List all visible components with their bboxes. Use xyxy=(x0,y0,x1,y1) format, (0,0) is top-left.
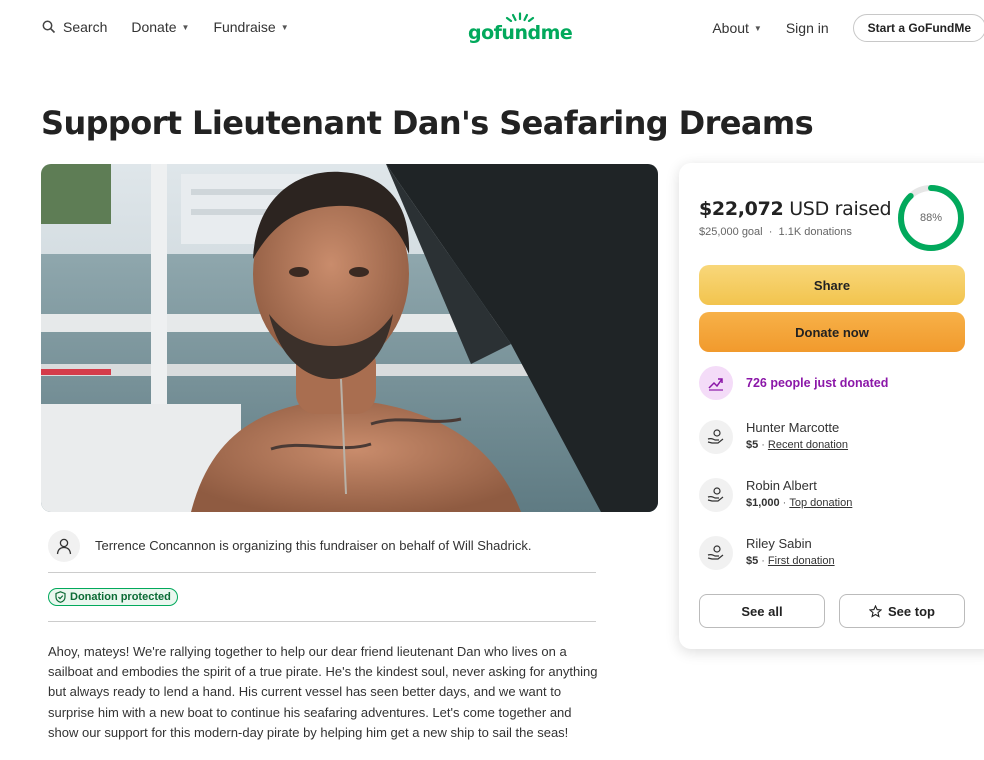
organizer-row: Terrence Concannon is organizing this fu… xyxy=(48,527,596,573)
logo-text: gofundme xyxy=(468,22,573,44)
just-donated-text: 726 people just donated xyxy=(746,376,889,390)
campaign-photo xyxy=(41,164,658,512)
see-all-label: See all xyxy=(741,603,783,619)
chevron-down-icon: ▼ xyxy=(181,22,190,32)
donation-hand-icon xyxy=(699,478,733,512)
share-button[interactable]: Share xyxy=(699,265,965,305)
donor-name: Riley Sabin xyxy=(746,536,812,551)
see-top-button[interactable]: See top xyxy=(839,594,965,628)
about-menu-label: About xyxy=(712,20,749,36)
donor-item: Riley Sabin $5 · First donation xyxy=(699,535,835,570)
search-link[interactable]: Search xyxy=(42,19,107,35)
avatar xyxy=(48,529,80,562)
campaign-photo-illustration xyxy=(41,164,658,512)
donation-hand-icon xyxy=(699,420,733,454)
donate-menu[interactable]: Donate ▼ xyxy=(131,19,189,35)
site-header: Search Donate ▼ Fundraise ▼ gofundme Abo… xyxy=(0,0,984,58)
chevron-down-icon: ▼ xyxy=(753,23,762,33)
recent-activity: 726 people just donated xyxy=(699,366,888,400)
search-label: Search xyxy=(63,19,108,35)
donor-item: Robin Albert $1,000 · Top donation xyxy=(699,477,852,512)
fundraise-menu-label: Fundraise xyxy=(213,19,276,35)
goal-line: $25,000 goal · 1.1K donations xyxy=(699,226,852,238)
page-title: Support Lieutenant Dan's Seafaring Dream… xyxy=(41,104,814,142)
chevron-down-icon: ▼ xyxy=(280,22,289,32)
shield-icon xyxy=(55,591,66,603)
donor-meta: $5 · First donation xyxy=(746,555,835,567)
donor-name: Hunter Marcotte xyxy=(746,420,840,435)
separator-dot: · xyxy=(765,226,776,238)
campaign-story: Ahoy, mateys! We're rallying together to… xyxy=(48,644,598,740)
donation-card: $22,072 USD raised $25,000 goal · 1.1K d… xyxy=(679,163,984,649)
see-top-label: See top xyxy=(888,603,935,619)
donor-tag-link[interactable]: First donation xyxy=(768,555,835,567)
fundraise-menu[interactable]: Fundraise ▼ xyxy=(213,19,288,35)
donor-meta: $5 · Recent donation xyxy=(746,439,849,451)
donor-meta: $1,000 · Top donation xyxy=(746,497,853,509)
start-gofundme-button[interactable]: Start a GoFundMe xyxy=(852,14,984,42)
nav-right: About ▼ Sign in Start a GoFundMe xyxy=(712,14,984,42)
donor-name: Robin Albert xyxy=(746,478,817,493)
star-icon xyxy=(869,604,883,618)
donor-amount: $5 xyxy=(746,555,759,567)
search-icon xyxy=(42,20,56,34)
donor-tag-link[interactable]: Recent donation xyxy=(768,439,848,451)
organizer-text: Terrence Concannon is organizing this fu… xyxy=(95,538,532,553)
signin-label: Sign in xyxy=(785,20,829,36)
donate-now-button[interactable]: Donate now xyxy=(699,312,965,352)
donate-menu-label: Donate xyxy=(131,19,177,35)
logo-sun-icon xyxy=(506,12,535,22)
donor-item: Hunter Marcotte $5 · Recent donation xyxy=(699,419,848,454)
donor-tag-link[interactable]: Top donation xyxy=(789,497,852,509)
raised-suffix: USD raised xyxy=(789,198,892,220)
signin-link[interactable]: Sign in xyxy=(786,20,829,36)
donor-amount: $5 xyxy=(746,439,759,451)
amount-raised: $22,072 USD raised xyxy=(699,198,892,220)
nav-left: Search Donate ▼ Fundraise ▼ xyxy=(42,19,313,35)
donation-count: 1.1K donations xyxy=(778,226,852,238)
user-icon xyxy=(56,538,72,554)
donation-hand-icon xyxy=(699,536,733,570)
progress-percent: 88% xyxy=(919,212,943,224)
donation-protected-badge[interactable]: Donation protected xyxy=(48,588,178,606)
raised-amount: $22,072 xyxy=(699,198,784,220)
donor-amount: $1,000 xyxy=(746,497,780,509)
protected-label: Donation protected xyxy=(70,591,171,603)
see-all-button[interactable]: See all xyxy=(699,594,825,628)
gofundme-logo[interactable]: gofundme xyxy=(468,12,573,44)
about-menu[interactable]: About ▼ xyxy=(712,20,762,36)
trending-icon xyxy=(699,366,733,400)
divider xyxy=(48,621,596,622)
goal-amount: $25,000 goal xyxy=(699,226,763,238)
